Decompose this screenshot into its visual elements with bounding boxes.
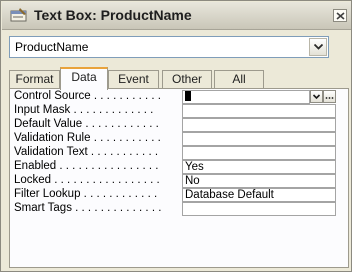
property-label: Control Source . . . . . . . . . . . xyxy=(14,90,161,102)
default-value-field[interactable] xyxy=(182,118,336,132)
chevron-down-icon xyxy=(312,94,321,100)
property-label: Validation Text . . . . . . . . . . . xyxy=(14,146,159,158)
object-selector[interactable]: ProductName xyxy=(9,36,329,58)
text-cursor xyxy=(185,91,191,101)
tab-other[interactable]: Other xyxy=(162,70,212,89)
object-selector-value: ProductName xyxy=(15,40,89,54)
control-source-dropdown-button[interactable] xyxy=(310,90,323,103)
property-label: Input Mask . . . . . . . . . . . . . xyxy=(14,104,154,116)
property-label: Filter Lookup . . . . . . . . . . . . xyxy=(14,188,158,200)
input-mask-field[interactable] xyxy=(182,104,336,118)
tab-data[interactable]: Data xyxy=(60,67,108,90)
property-sheet-window: Text Box: ProductName ProductName Format… xyxy=(0,0,352,272)
property-label: Validation Rule . . . . . . . . . . . xyxy=(14,132,161,144)
filter-lookup-field[interactable]: Database Default xyxy=(182,188,336,202)
properties-panel: Control Source . . . . . . . . . . . Inp… xyxy=(9,88,349,268)
tab-all[interactable]: All xyxy=(214,70,264,89)
chevron-down-icon xyxy=(314,44,323,50)
validation-rule-field[interactable] xyxy=(182,132,336,146)
property-row-default-value: Default Value . . . . . . . . . . . . xyxy=(14,118,336,132)
property-row-smart-tags: Smart Tags . . . . . . . . . . . . . . xyxy=(14,202,336,216)
property-row-filter-lookup: Filter Lookup . . . . . . . . . . . . Da… xyxy=(14,188,336,202)
validation-text-field[interactable] xyxy=(182,146,336,160)
ellipsis-icon xyxy=(325,97,334,99)
smart-tags-field[interactable] xyxy=(182,202,336,216)
tab-strip: Format Data Event Other All xyxy=(9,67,349,90)
property-label: Locked . . . . . . . . . . . . . . . . . xyxy=(14,174,160,186)
property-row-input-mask: Input Mask . . . . . . . . . . . . . xyxy=(14,104,336,118)
tab-event[interactable]: Event xyxy=(108,70,159,89)
locked-field[interactable]: No xyxy=(182,174,336,188)
title-bar[interactable]: Text Box: ProductName xyxy=(2,2,351,30)
property-row-validation-rule: Validation Rule . . . . . . . . . . . xyxy=(14,132,336,146)
property-row-enabled: Enabled . . . . . . . . . . . . . . . . … xyxy=(14,160,336,174)
build-button[interactable] xyxy=(323,90,336,103)
object-selector-dropdown-button[interactable] xyxy=(309,38,327,56)
property-label: Default Value . . . . . . . . . . . . xyxy=(14,118,159,130)
tab-format[interactable]: Format xyxy=(9,70,60,89)
property-row-control-source: Control Source . . . . . . . . . . . xyxy=(14,90,336,104)
close-button[interactable] xyxy=(333,9,347,22)
close-icon xyxy=(336,12,345,20)
property-row-locked: Locked . . . . . . . . . . . . . . . . .… xyxy=(14,174,336,188)
property-label: Enabled . . . . . . . . . . . . . . . . xyxy=(14,160,159,172)
control-source-field[interactable] xyxy=(182,90,310,104)
window-title: Text Box: ProductName xyxy=(34,7,192,23)
enabled-field[interactable]: Yes xyxy=(182,160,336,174)
property-label: Smart Tags . . . . . . . . . . . . . . xyxy=(14,202,162,214)
properties-window-icon xyxy=(10,8,28,22)
property-row-validation-text: Validation Text . . . . . . . . . . . xyxy=(14,146,336,160)
